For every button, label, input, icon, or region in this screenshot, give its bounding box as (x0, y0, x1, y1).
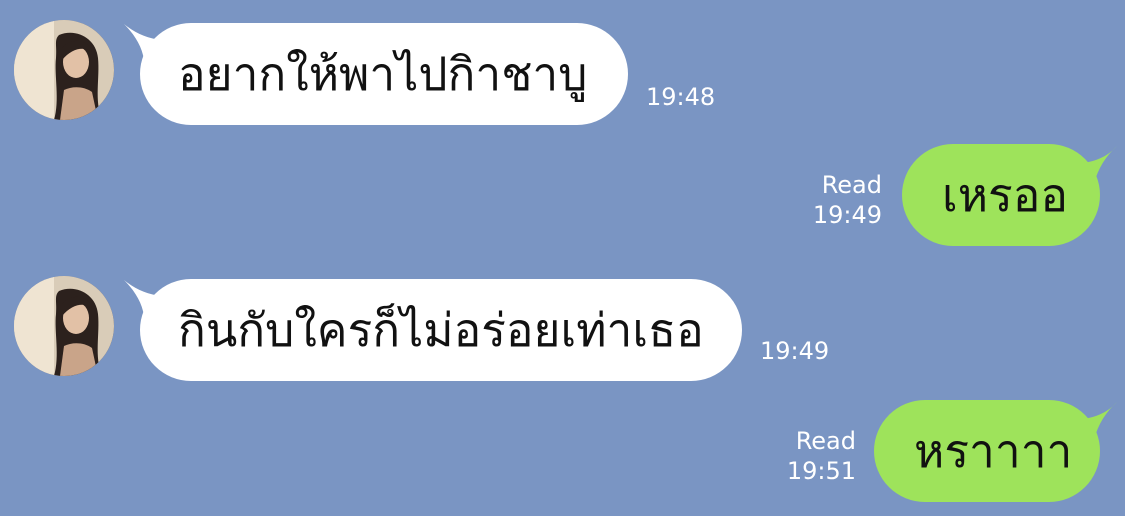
message-row-incoming: กินกับใครก็ไม่อร่อยเท่าเธอ 19:49 (0, 276, 1125, 386)
message-bubble-outgoing[interactable]: หราาาา (874, 400, 1100, 502)
message-row-outgoing: Read 19:51 หราาาา (0, 400, 1125, 510)
message-bubble-outgoing[interactable]: เหรออ (902, 144, 1100, 246)
message-row-incoming: อยากให้พาไปกิาชาบู 19:48 (0, 20, 1125, 130)
message-time: 19:48 (646, 83, 716, 111)
message-bubble-incoming[interactable]: อยากให้พาไปกิาชาบู (140, 23, 628, 125)
avatar-photo-icon (14, 276, 114, 376)
message-text: หราาาา (914, 423, 1073, 478)
read-status: Read (795, 427, 856, 455)
message-time: 19:49 (760, 337, 830, 365)
chat-thread: อยากให้พาไปกิาชาบู 19:48 Read 19:49 เหรอ… (0, 0, 1125, 516)
message-text: กินกับใครก็ไม่อร่อยเท่าเธอ (178, 302, 704, 357)
avatar-photo-icon (14, 20, 114, 120)
message-time: 19:51 (786, 457, 856, 485)
bubble-tail-outgoing (1076, 402, 1117, 440)
message-meta: Read 19:49 (813, 170, 882, 230)
contact-avatar[interactable] (14, 20, 114, 120)
contact-avatar[interactable] (14, 276, 114, 376)
bubble-tail-outgoing (1076, 146, 1117, 184)
message-time: 19:49 (812, 201, 882, 229)
message-meta: Read 19:51 (787, 426, 856, 486)
message-text: อยากให้พาไปกิาชาบู (178, 46, 588, 101)
message-row-outgoing: Read 19:49 เหรออ (0, 144, 1125, 254)
read-status: Read (821, 171, 882, 199)
message-text: เหรออ (942, 167, 1069, 222)
message-bubble-incoming[interactable]: กินกับใครก็ไม่อร่อยเท่าเธอ (140, 279, 742, 381)
